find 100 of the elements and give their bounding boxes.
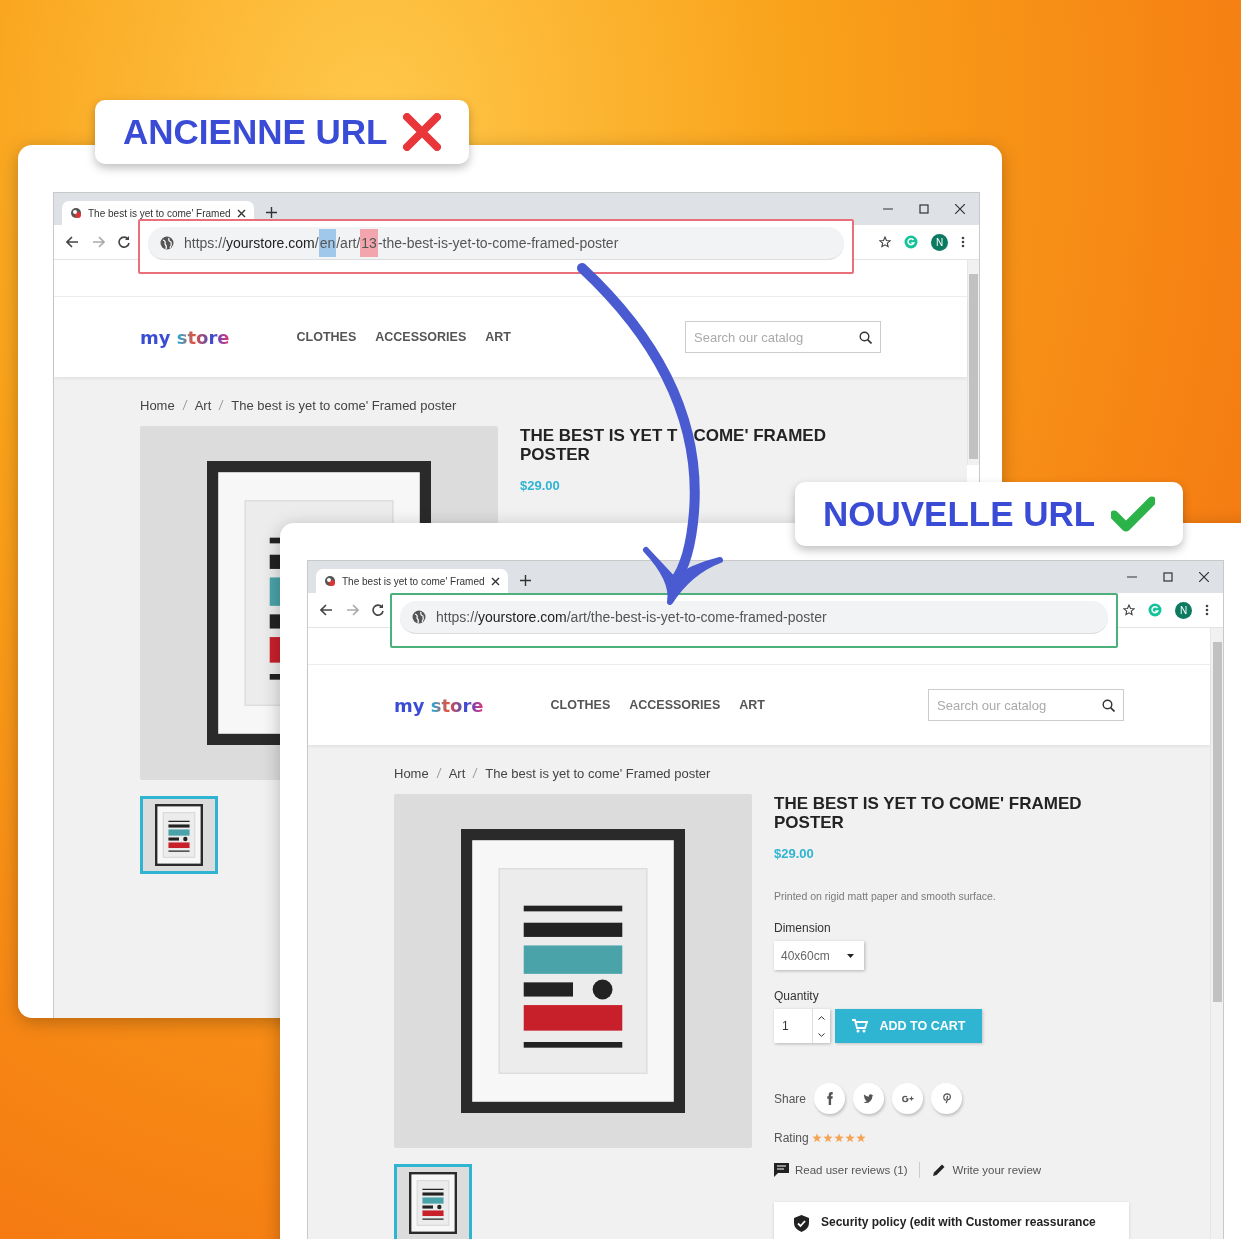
product-price: $29.00 [774, 846, 814, 861]
url-text: / [314, 234, 319, 253]
slash-separator-icon [181, 399, 188, 411]
caret-icon [847, 953, 854, 958]
check-icon [1111, 495, 1156, 533]
highlighted-url-part: 13 [360, 229, 378, 257]
close-icon[interactable] [1199, 572, 1209, 582]
address-bar[interactable]: https://yourstore.com/art/the-best-is-yet-to-come-framed-poster [400, 601, 1108, 634]
address-bar[interactable]: https://yourstore.com/en/art/13-the-best-is-yet-to-come-framed-poster [148, 227, 844, 260]
social-p-icon [942, 1093, 951, 1104]
share-label: Share [774, 1091, 807, 1106]
search-icon[interactable] [1102, 698, 1115, 712]
breadcrumb-link[interactable]: The best is yet to come' Framed poster [485, 765, 711, 781]
field-label: Dimension [774, 921, 831, 935]
tab-title: The best is yet to come' Framed [342, 575, 485, 587]
thumbnail[interactable] [140, 796, 218, 874]
globe-icon [412, 610, 426, 624]
maximize-icon[interactable] [919, 204, 929, 214]
url-text: yourstore.com [226, 234, 315, 253]
favicon-icon [70, 207, 82, 219]
star-icon [833, 1133, 844, 1143]
star-icon [855, 1133, 866, 1143]
chevron-down-icon[interactable] [818, 1032, 825, 1037]
rating-label: Rating [774, 1131, 809, 1145]
callout-text: NOUVELLE URL [823, 494, 1096, 534]
nav-link[interactable]: ACCESSORIES [375, 330, 467, 344]
menu-icon[interactable] [961, 236, 965, 248]
scrollbar[interactable] [967, 260, 979, 465]
social-p-button[interactable] [931, 1083, 963, 1114]
globe-icon [160, 236, 174, 250]
maximize-icon[interactable] [1163, 572, 1173, 582]
cross-icon [403, 113, 442, 151]
comment-icon [774, 1163, 789, 1177]
thumbnail[interactable] [394, 1164, 472, 1239]
framed-poster-drawing [155, 804, 203, 866]
dimension-dropdown[interactable]: 40x60cm [774, 941, 864, 970]
scroll-thumb[interactable] [969, 274, 978, 459]
browser-tab[interactable]: The best is yet to come' Framed [316, 569, 508, 593]
callout-text: ANCIENNE URL [123, 112, 388, 152]
star-icon [822, 1133, 833, 1143]
close-icon[interactable] [491, 576, 500, 586]
nav-link[interactable]: CLOTHES [550, 698, 611, 712]
social-g-plus-button[interactable] [892, 1083, 924, 1114]
highlighted-url-part: en [318, 229, 337, 257]
bird-icon [863, 1093, 875, 1104]
profile-avatar[interactable]: N [931, 233, 948, 251]
plus-icon[interactable] [520, 575, 531, 586]
reassurance-text: Security policy (edit with Customer reassurance [821, 1215, 1096, 1229]
framed-poster-drawing [409, 1172, 457, 1234]
shield-check-icon [794, 1215, 809, 1232]
nav-link[interactable]: ACCESSORIES [629, 698, 721, 712]
nav-link[interactable]: CLOTHES [296, 330, 357, 344]
chevron-up-icon[interactable] [818, 1015, 825, 1020]
search-icon[interactable] [859, 330, 872, 344]
bird-button[interactable] [853, 1083, 885, 1114]
social-f-button[interactable] [814, 1083, 846, 1114]
back-arrow-icon[interactable] [66, 236, 79, 248]
social-g-plus-icon [901, 1094, 914, 1103]
field-label: Quantity [774, 989, 819, 1003]
write-review-link[interactable]: Write your review [932, 1163, 1042, 1177]
url-text: yourstore.com [478, 608, 567, 627]
scroll-thumb[interactable] [1212, 642, 1222, 1002]
reload-icon[interactable] [118, 236, 130, 248]
reload-icon[interactable] [372, 604, 384, 616]
social-f-icon [826, 1092, 833, 1105]
review-link[interactable]: Read user reviews (1) [774, 1163, 908, 1177]
product-title-fragment: COME' FRAMED [693, 426, 826, 445]
product-title: THE BEST IS YET TO COME' FRAMED POSTER [774, 794, 1083, 832]
star-icon [844, 1133, 855, 1143]
slash-separator-icon [472, 767, 479, 779]
tab-title: The best is yet to come' Framed [88, 207, 231, 219]
favicon-icon [324, 575, 336, 587]
breadcrumb-link[interactable]: Home [140, 397, 175, 413]
close-icon[interactable] [955, 204, 965, 214]
menu-icon[interactable] [1205, 604, 1209, 616]
plus-icon[interactable] [266, 207, 277, 218]
product-price: $29.00 [520, 478, 560, 493]
star-icon [811, 1133, 822, 1143]
slash-separator-icon [435, 767, 442, 779]
url-text: /art/ [336, 234, 361, 253]
url-text: https:// [436, 608, 479, 627]
product-title-fragment: POSTER [520, 445, 590, 464]
breadcrumb-link[interactable]: Art [448, 765, 466, 781]
slash-separator-icon [218, 399, 225, 411]
nav-link[interactable]: ART [739, 698, 765, 712]
url-text: /art/the-best-is-yet-to-come-framed-poster [566, 608, 827, 627]
pencil-icon [932, 1163, 947, 1177]
quantity-field[interactable]: 1 [774, 1009, 830, 1043]
star-icon[interactable] [879, 236, 891, 248]
back-arrow-icon[interactable] [320, 604, 333, 616]
breadcrumb-link[interactable]: The best is yet to come' Framed poster [231, 397, 457, 413]
breadcrumb-link[interactable]: Home [394, 765, 429, 781]
close-icon[interactable] [237, 208, 246, 218]
breadcrumb-link[interactable]: Art [194, 397, 212, 413]
url-text: -the-best-is-yet-to-come-framed-poster [377, 234, 619, 253]
scrollbar[interactable] [1210, 628, 1223, 1239]
url-text: https:// [184, 234, 227, 253]
nav-link[interactable]: ART [485, 330, 511, 344]
star-icon[interactable] [1123, 604, 1135, 616]
profile-avatar[interactable]: N [1175, 601, 1192, 619]
